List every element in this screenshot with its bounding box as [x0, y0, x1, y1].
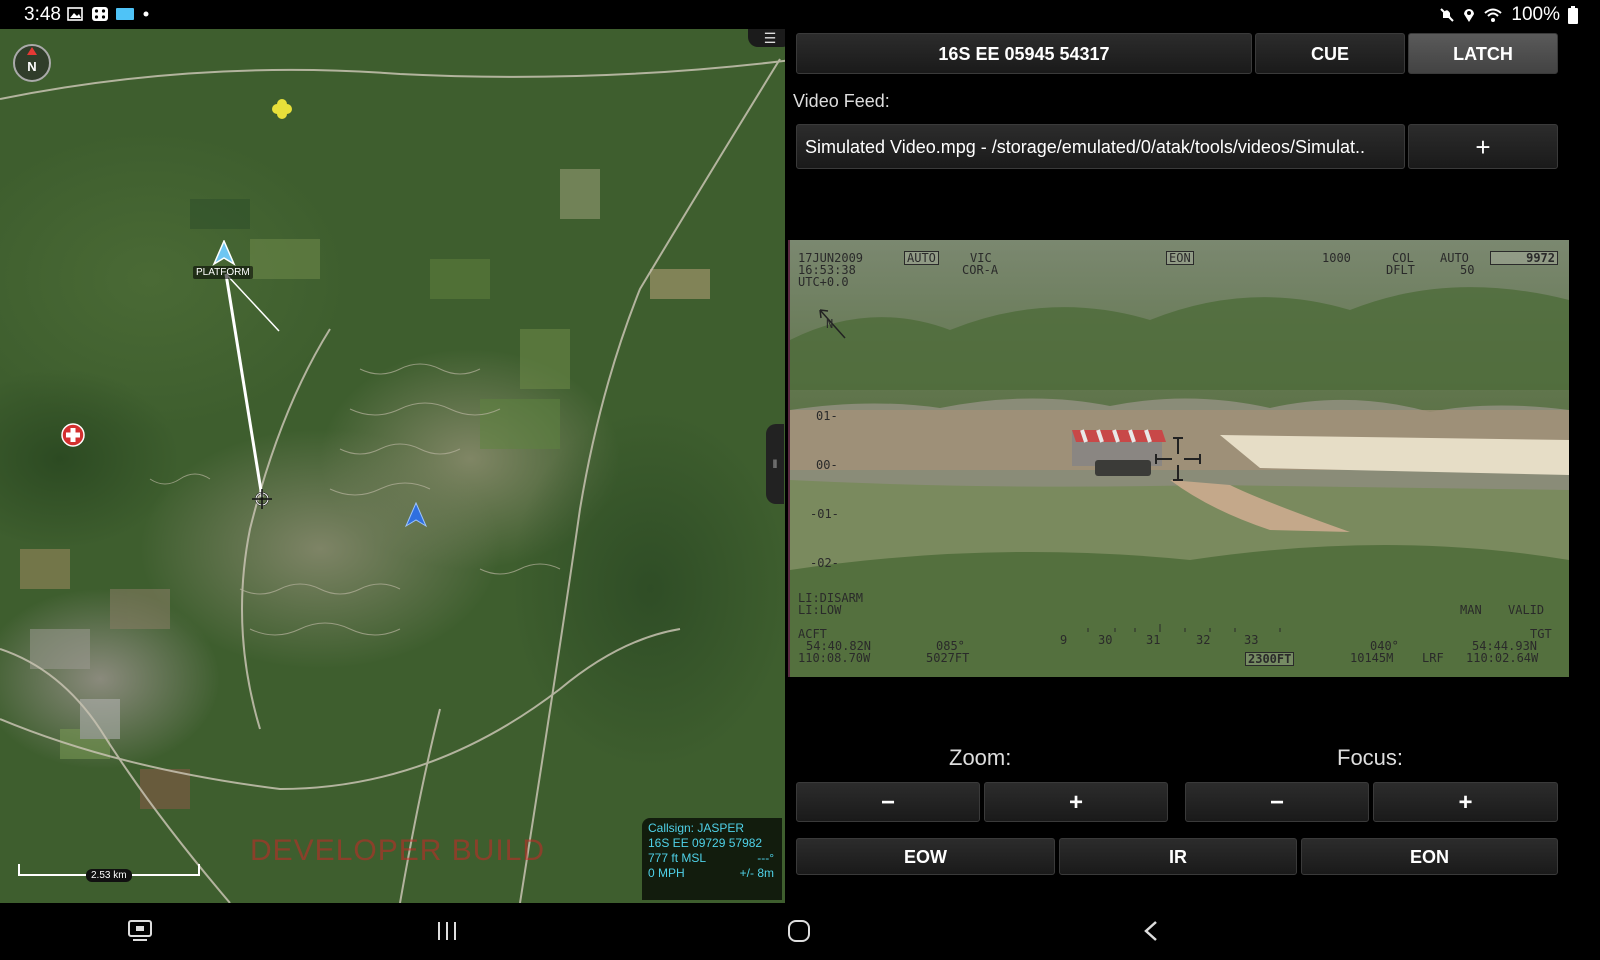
osd-lrf: LRF	[1422, 651, 1444, 665]
compass-button[interactable]: N	[13, 44, 51, 82]
self-speed: 0 MPH	[648, 866, 685, 880]
osd-tick-9: 9	[1060, 633, 1068, 647]
video-panel: 16S EE 05945 54317 CUE LATCH Video Feed:…	[785, 29, 1600, 903]
osd-range-1000: 1000	[1322, 251, 1351, 265]
map-imagery	[0, 58, 800, 903]
callsign: Callsign: JASPER	[648, 821, 745, 835]
osd-slant: 10145M	[1350, 651, 1394, 665]
compass-label: N	[27, 59, 37, 74]
zoom-in-button[interactable]: +	[984, 782, 1168, 822]
self-accuracy: +/- 8m	[739, 866, 774, 880]
image-icon	[67, 7, 83, 21]
osd-valid: VALID	[1508, 603, 1545, 617]
video-feed-select[interactable]: Simulated Video.mpg - /storage/emulated/…	[796, 124, 1405, 169]
osd-acft-lon: 110:08.70W	[798, 651, 871, 665]
zoom-out-button[interactable]: −	[796, 782, 980, 822]
status-bar: 3:48 100%	[0, 0, 1600, 29]
cue-button[interactable]: CUE	[1255, 33, 1405, 74]
platform-label: PLATFORM	[193, 266, 253, 279]
dot-icon	[143, 11, 149, 17]
osd-dflt: DFLT	[1386, 263, 1415, 277]
self-location-icon[interactable]	[405, 502, 427, 528]
home-icon[interactable]	[787, 919, 811, 943]
compass-arrow-icon	[27, 47, 37, 55]
ir-button[interactable]: IR	[1059, 838, 1297, 875]
focus-in-button[interactable]: +	[1373, 782, 1558, 822]
add-video-feed-button[interactable]: +	[1408, 124, 1558, 169]
status-time: 3:48	[24, 4, 61, 25]
osd-mode: EON	[1166, 251, 1194, 265]
osd-man: MAN	[1460, 603, 1482, 617]
map-scale-label: 2.53 km	[86, 869, 132, 882]
mute-icon	[1440, 8, 1455, 22]
osd-tgt-lon: 110:02.64W	[1466, 651, 1539, 665]
self-coords: 16S EE 09729 57982	[648, 836, 763, 850]
recents-icon[interactable]	[436, 920, 458, 942]
osd-scale-01: 01-	[816, 409, 838, 423]
focus-out-button[interactable]: −	[1185, 782, 1369, 822]
self-altitude: 777 ft MSL	[648, 851, 707, 865]
self-heading: ---°	[757, 851, 774, 865]
crosshair-icon[interactable]	[252, 489, 272, 509]
osd-cor: COR-A	[962, 263, 999, 277]
location-icon	[1464, 9, 1475, 22]
osd-auto2-val: 50	[1460, 263, 1475, 277]
developer-build-watermark: DEVELOPER BUILD	[250, 834, 546, 867]
panel-divider-handle[interactable]: ‖	[766, 424, 784, 504]
hamburger-icon: ☰	[763, 30, 777, 46]
focus-label: Focus:	[1337, 745, 1404, 770]
latch-button[interactable]: LATCH	[1408, 33, 1558, 74]
video-frame	[790, 240, 1569, 677]
osd-alt-ft: 5027FT	[926, 651, 970, 665]
navigation-bar	[0, 903, 1600, 960]
recent-screen-icon[interactable]	[128, 920, 152, 942]
osd-alt-box: 9972	[1490, 251, 1558, 265]
video-player[interactable]: 17JUN2009 16:53:38 UTC+0.0 AUTO VIC COR-…	[788, 240, 1569, 677]
osd-tick-32: 32	[1196, 633, 1211, 647]
wifi-icon	[1484, 8, 1503, 22]
zoom-label: Zoom:	[949, 745, 1012, 770]
medical-marker-icon[interactable]	[61, 423, 85, 447]
video-feed-label: Video Feed:	[793, 91, 890, 111]
battery-percent: 100%	[1511, 4, 1560, 25]
eow-button[interactable]: EOW	[796, 838, 1055, 875]
self-info-panel[interactable]: Callsign: JASPER 16S EE 09729 57982 777 …	[642, 818, 782, 900]
card-icon	[116, 8, 134, 20]
osd-range-box: 2300FT	[1245, 652, 1295, 666]
osd-utc: UTC+0.0	[798, 275, 849, 289]
battery-icon	[1568, 6, 1578, 24]
osd-li-low: LI:LOW	[798, 603, 842, 617]
osd-scale-00: 00-	[816, 458, 838, 472]
osd-auto: AUTO	[904, 251, 939, 265]
osd-tick-33: 33	[1244, 633, 1259, 647]
osd-north: N	[826, 317, 834, 331]
osd-tick-31: 31	[1146, 633, 1161, 647]
osd-tick-30: 30	[1098, 633, 1113, 647]
target-coords-button[interactable]: 16S EE 05945 54317	[796, 33, 1252, 74]
gamepad-icon	[92, 7, 108, 21]
platform-icon[interactable]	[212, 240, 236, 266]
map-view[interactable]: ☰ N PLATFORM ‖ DEVELOPER BUILD 2.53 km C…	[0, 29, 800, 903]
osd-scale-m01: -01-	[810, 507, 839, 521]
status-right: 100%	[1439, 4, 1578, 26]
back-icon[interactable]	[1142, 920, 1160, 942]
osd-scale-m02: -02-	[810, 556, 839, 570]
yellow-marker-icon[interactable]	[271, 98, 293, 120]
eon-button[interactable]: EON	[1301, 838, 1558, 875]
